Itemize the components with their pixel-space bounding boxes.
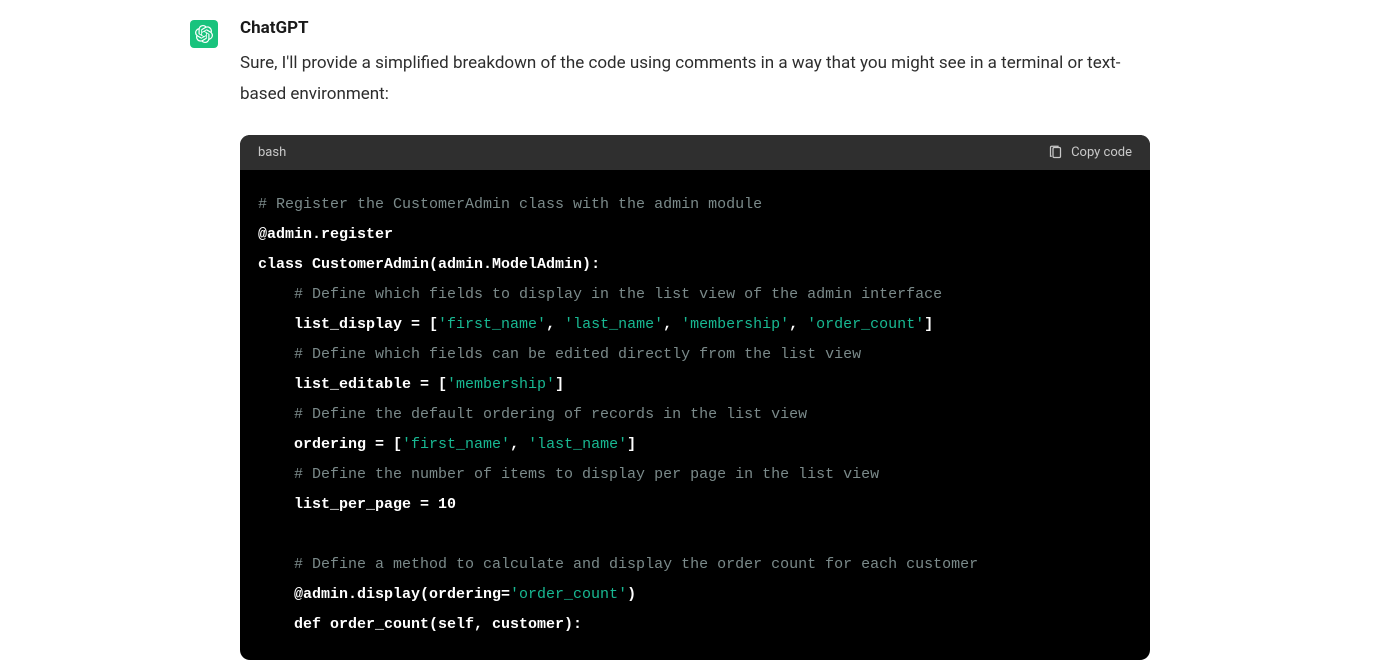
code-token: # Define the number of items to display … (258, 466, 879, 483)
code-token: 'first_name' (438, 316, 546, 333)
code-token: # Define which fields can be edited dire… (258, 346, 861, 363)
code-token: CustomerAdmin(admin.ModelAdmin): (303, 256, 600, 273)
code-token: ) (627, 586, 636, 603)
code-token: , (789, 316, 807, 333)
clipboard-icon (1048, 145, 1063, 160)
copy-code-button[interactable]: Copy code (1048, 145, 1132, 160)
code-token: ] (627, 436, 636, 453)
code-token: def order_count(self, customer): (258, 616, 582, 633)
message-container: ChatGPT Sure, I'll provide a simplified … (0, 0, 1388, 660)
author-name: ChatGPT (240, 18, 1150, 38)
code-token: ] (555, 376, 564, 393)
code-token: # Define which fields to display in the … (258, 286, 942, 303)
code-header: bash Copy code (240, 135, 1150, 170)
code-token: # Define a method to calculate and displ… (258, 556, 978, 573)
code-token: , (510, 436, 528, 453)
code-body[interactable]: # Register the CustomerAdmin class with … (240, 170, 1150, 660)
intro-text: Sure, I'll provide a simplified breakdow… (240, 48, 1150, 109)
code-token: 'last_name' (528, 436, 627, 453)
code-token: # Register the CustomerAdmin class with … (258, 196, 762, 213)
code-token: @admin.display(ordering= (258, 586, 510, 603)
code-block: bash Copy code # Register the CustomerAd… (240, 135, 1150, 660)
code-token: 'order_count' (807, 316, 924, 333)
code-token: list_per_page = 10 (258, 496, 456, 513)
message-content: ChatGPT Sure, I'll provide a simplified … (240, 18, 1150, 660)
avatar (190, 20, 218, 48)
code-token: 'membership' (681, 316, 789, 333)
code-token: @admin.register (258, 226, 393, 243)
chatgpt-icon (195, 25, 213, 43)
code-token: list_editable = [ (258, 376, 447, 393)
code-token: , (546, 316, 564, 333)
code-token: , (663, 316, 681, 333)
code-token: list_display = [ (258, 316, 438, 333)
code-token: 'order_count' (510, 586, 627, 603)
code-language-label: bash (258, 145, 286, 160)
copy-code-label: Copy code (1071, 145, 1132, 160)
code-token: class (258, 256, 303, 273)
code-token: # Define the default ordering of records… (258, 406, 807, 423)
code-token: 'last_name' (564, 316, 663, 333)
code-token: ordering = [ (258, 436, 402, 453)
code-token: ] (924, 316, 933, 333)
code-token: 'membership' (447, 376, 555, 393)
code-token: 'first_name' (402, 436, 510, 453)
